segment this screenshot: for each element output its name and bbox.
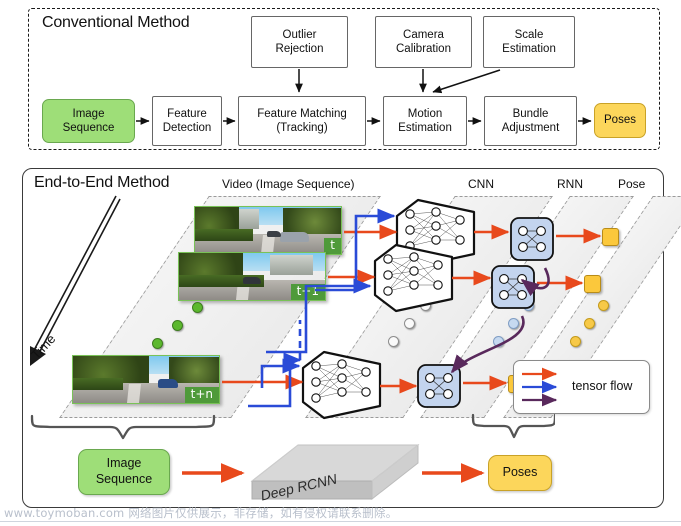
rnn-block-t[interactable]: [508, 215, 556, 263]
end-to-end-method-title: End-to-End Method: [34, 174, 170, 191]
box-motion-estimation-label: Motion Estimation: [398, 107, 452, 134]
box-feature-detection[interactable]: Feature Detection: [152, 96, 222, 146]
box-scale-estimation-label: Scale Estimation: [502, 28, 556, 55]
column-label-video: Video (Image Sequence): [222, 177, 355, 191]
box-poses-conventional[interactable]: Poses: [594, 103, 646, 138]
cnn-block-t1[interactable]: [372, 243, 456, 313]
legend-box: tensor flow: [513, 360, 650, 414]
video-frame-t-label: t: [324, 237, 341, 254]
legend-label-tensor-flow: tensor flow: [572, 379, 633, 393]
ellipsis-dot-pose: [584, 318, 595, 329]
ellipsis-dot-video: [192, 302, 203, 313]
box-bundle-adjustment[interactable]: Bundle Adjustment: [484, 96, 577, 146]
cnn-block-tn[interactable]: [300, 350, 384, 420]
summary-box-image-sequence[interactable]: Image Sequence: [78, 449, 170, 495]
ellipsis-dot-video: [172, 320, 183, 331]
video-frame-tn[interactable]: t+n: [72, 355, 220, 404]
ellipsis-dot-video: [152, 338, 163, 349]
box-outlier-rejection-label: Outlier Rejection: [275, 28, 324, 55]
watermark-rule: [0, 521, 681, 522]
legend-arrow-icons: [522, 367, 558, 407]
rnn-block-t1[interactable]: [489, 263, 537, 311]
column-label-rnn: RNN: [557, 177, 583, 191]
box-camera-calibration[interactable]: Camera Calibration: [375, 16, 472, 68]
ellipsis-dot-rnn: [493, 336, 504, 347]
summary-box-poses-label: Poses: [502, 465, 538, 480]
summary-box-poses[interactable]: Poses: [488, 455, 552, 491]
box-feature-matching[interactable]: Feature Matching (Tracking): [238, 96, 366, 146]
box-image-sequence[interactable]: Image Sequence: [42, 99, 135, 143]
pose-output-t[interactable]: [602, 228, 619, 246]
box-feature-matching-label: Feature Matching (Tracking): [257, 107, 347, 134]
rnn-block-tn[interactable]: [415, 362, 463, 410]
column-label-pose: Pose: [618, 177, 646, 191]
box-motion-estimation[interactable]: Motion Estimation: [383, 96, 467, 146]
watermark-text: www.toymoban.com 网络图片仅供展示，非存储，如有侵权请联系删除。: [4, 506, 398, 520]
box-image-sequence-label: Image Sequence: [62, 107, 115, 134]
summary-box-image-sequence-label: Image Sequence: [95, 456, 153, 486]
video-frame-t1-label: t+1: [290, 283, 325, 300]
brace-input: [30, 414, 216, 440]
ellipsis-dot-cnn: [404, 318, 415, 329]
conventional-method-title: Conventional Method: [42, 14, 190, 31]
video-frame-t[interactable]: t: [194, 206, 342, 255]
video-frame-t1[interactable]: t+1: [178, 252, 326, 301]
ellipsis-dot-pose: [598, 300, 609, 311]
brace-output: [471, 413, 555, 439]
box-bundle-adjustment-label: Bundle Adjustment: [501, 107, 560, 134]
ellipsis-dot-pose: [570, 336, 581, 347]
pose-output-t1[interactable]: [584, 275, 601, 293]
box-poses-conventional-label: Poses: [604, 114, 636, 127]
ellipsis-dot-rnn: [508, 318, 519, 329]
column-label-cnn: CNN: [468, 177, 494, 191]
box-camera-calibration-label: Camera Calibration: [396, 28, 451, 55]
ellipsis-dot-cnn: [388, 336, 399, 347]
box-feature-detection-label: Feature Detection: [162, 107, 212, 134]
box-outlier-rejection[interactable]: Outlier Rejection: [251, 16, 348, 68]
video-frame-tn-label: t+n: [184, 386, 219, 403]
box-scale-estimation[interactable]: Scale Estimation: [483, 16, 575, 68]
